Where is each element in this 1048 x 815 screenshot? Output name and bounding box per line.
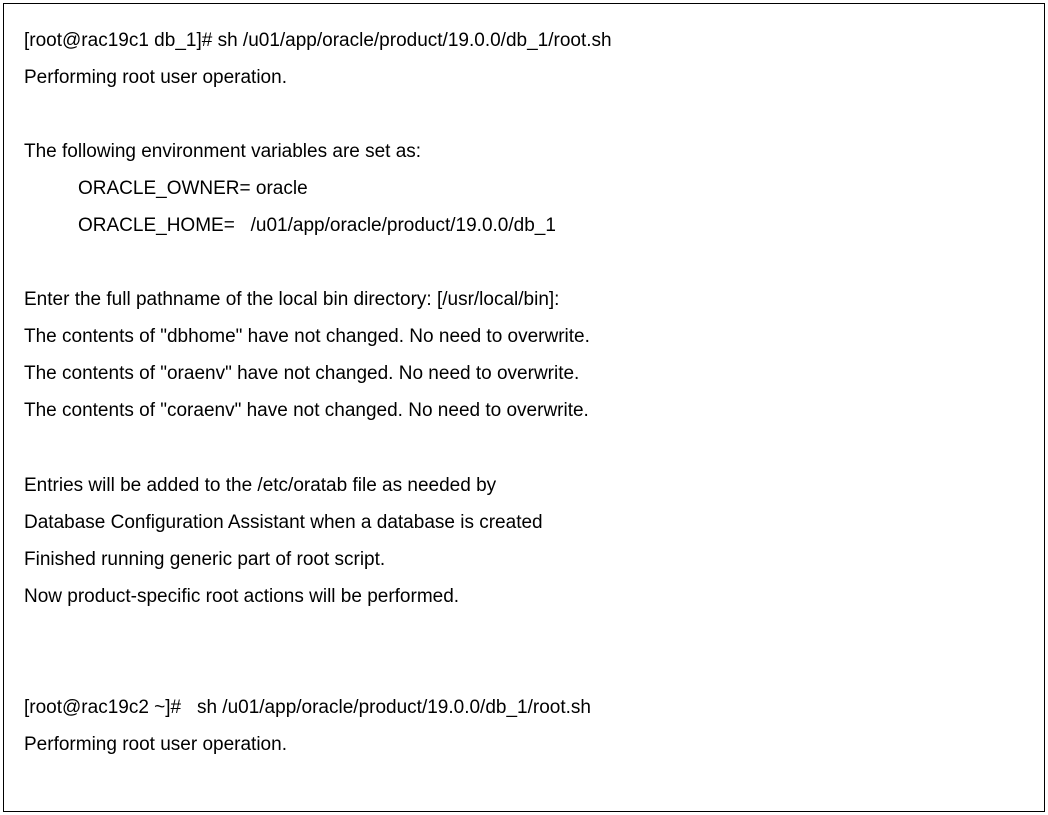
terminal-line: The contents of "dbhome" have not change… xyxy=(24,318,1024,355)
terminal-line: The contents of "oraenv" have not change… xyxy=(24,355,1024,392)
terminal-line: Database Configuration Assistant when a … xyxy=(24,504,1024,541)
terminal-output-box: [root@rac19c1 db_1]# sh /u01/app/oracle/… xyxy=(3,3,1045,812)
blank-line xyxy=(24,430,1024,467)
terminal-line: Finished running generic part of root sc… xyxy=(24,541,1024,578)
terminal-line: Performing root user operation. xyxy=(24,59,1024,96)
terminal-line: Now product-specific root actions will b… xyxy=(24,578,1024,615)
blank-line xyxy=(24,615,1024,652)
terminal-line: The following environment variables are … xyxy=(24,133,1024,170)
blank-line xyxy=(24,244,1024,281)
terminal-line-prompt-2: [root@rac19c2 ~]# sh /u01/app/oracle/pro… xyxy=(24,689,1024,726)
terminal-line: Enter the full pathname of the local bin… xyxy=(24,281,1024,318)
terminal-line-env-var: ORACLE_HOME= /u01/app/oracle/product/19.… xyxy=(24,207,1024,244)
terminal-line-env-var: ORACLE_OWNER= oracle xyxy=(24,170,1024,207)
terminal-line: Entries will be added to the /etc/oratab… xyxy=(24,467,1024,504)
blank-line xyxy=(24,96,1024,133)
blank-line xyxy=(24,652,1024,689)
terminal-line: The contents of "coraenv" have not chang… xyxy=(24,392,1024,429)
terminal-line: Performing root user operation. xyxy=(24,726,1024,763)
terminal-line-prompt-1: [root@rac19c1 db_1]# sh /u01/app/oracle/… xyxy=(24,22,1024,59)
